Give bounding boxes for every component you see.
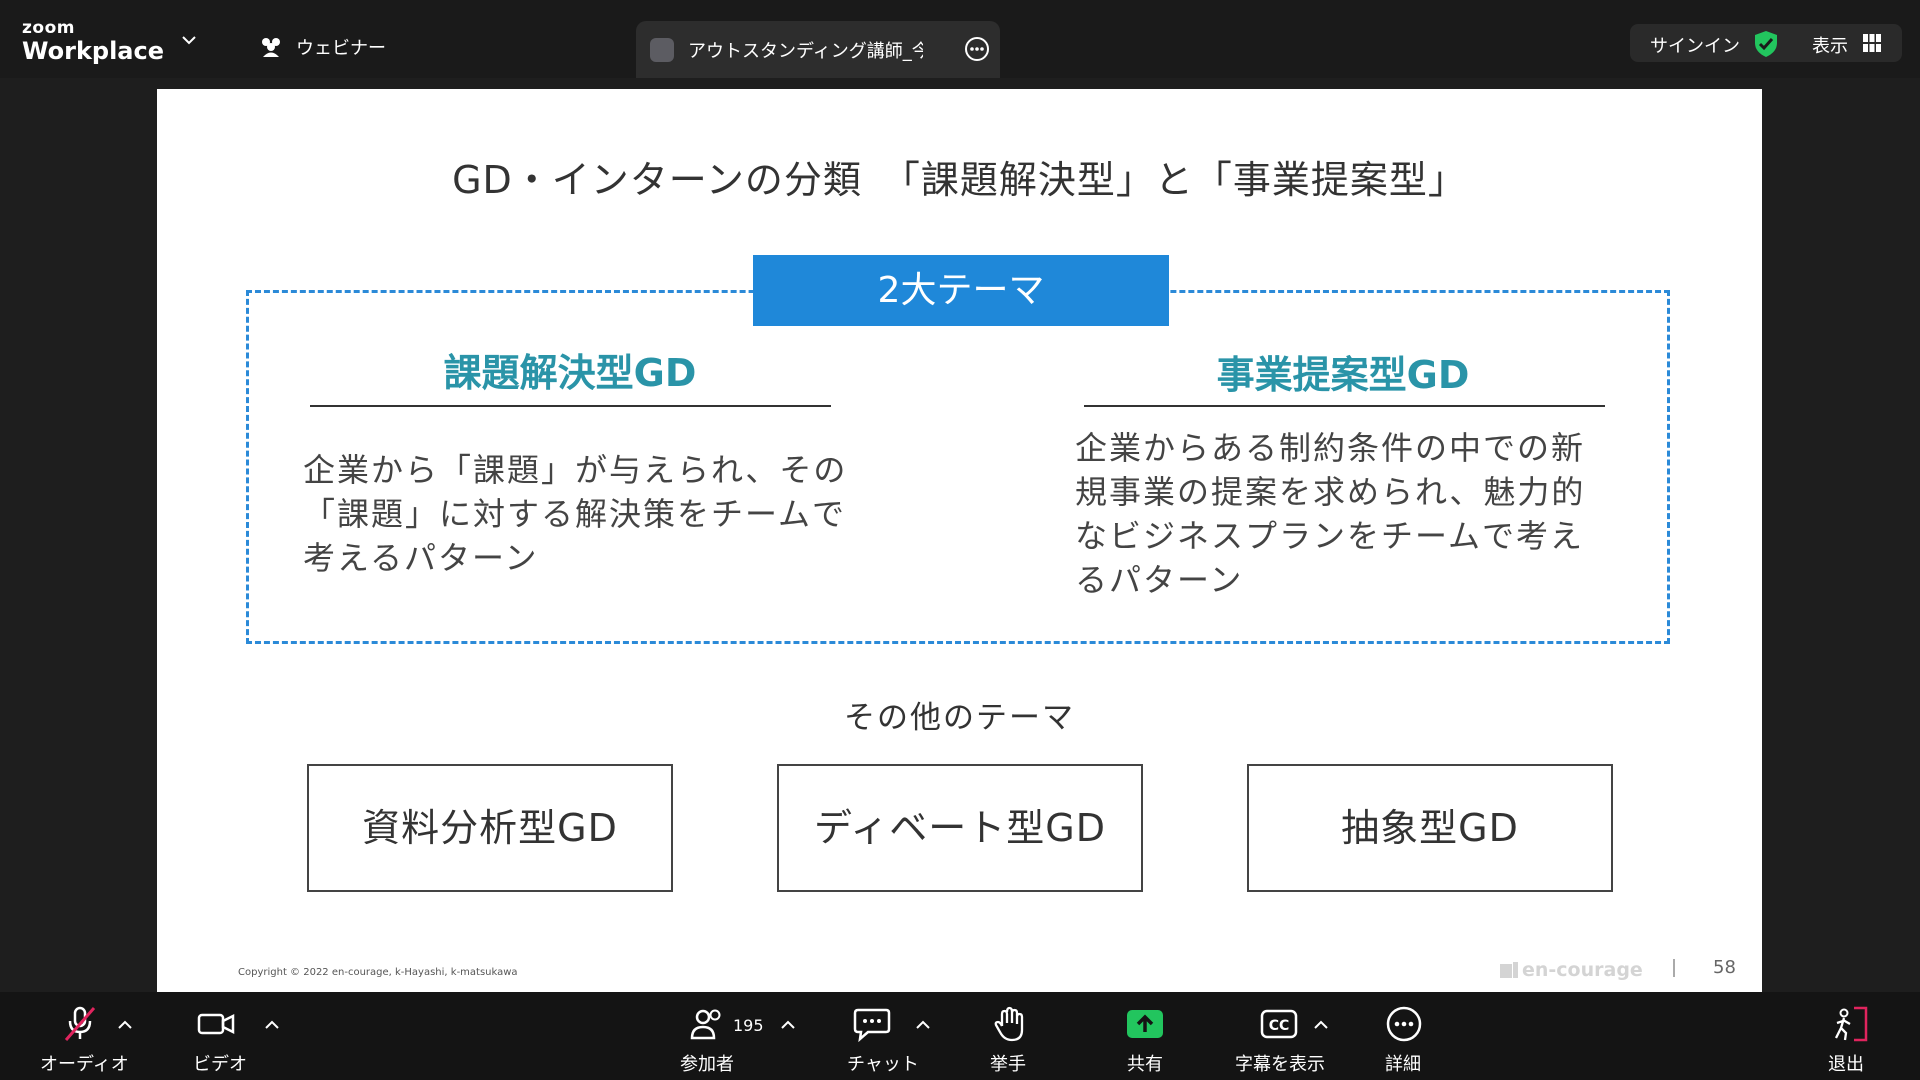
webinar-menu[interactable]: ウェビナー: [258, 34, 386, 60]
brand-logo: en-courage: [1500, 959, 1643, 981]
audio-label: オーディオ: [40, 1054, 129, 1075]
video-options-caret-icon[interactable]: [265, 1020, 279, 1029]
other-themes-label: その他のテーマ: [844, 700, 1075, 736]
share-button[interactable]: 共有: [1110, 992, 1180, 1080]
audio-options-caret-icon[interactable]: [118, 1020, 132, 1029]
right-divider: [1084, 405, 1605, 407]
theme-banner: 2大テーマ: [753, 255, 1169, 326]
other-theme-box: ディベート型GD: [777, 764, 1143, 892]
top-bar: zoom Workplace ウェビナー アウトスタンディング講師_今尾 さんの…: [0, 0, 1920, 78]
brand-icon: [1500, 962, 1518, 978]
video-camera-icon: [197, 1013, 235, 1035]
shared-slide: GD・インターンの分類 「課題解決型」と「事業提案型」 2大テーマ 課題解決型G…: [157, 89, 1762, 992]
svg-text:CC: CC: [1269, 1018, 1290, 1034]
zoom-workplace-logo: zoom Workplace: [22, 18, 165, 65]
left-theme-title: 課題解決型GD: [443, 351, 697, 395]
participants-label: 参加者: [680, 1054, 734, 1075]
slide-title: GD・インターンの分類 「課題解決型」と「事業提案型」: [452, 158, 1467, 202]
share-screen-icon: [1127, 1010, 1163, 1038]
tab-thumbnail-icon: [650, 38, 674, 62]
audio-button[interactable]: オーディオ: [30, 992, 130, 1080]
leave-door-icon: [1834, 1006, 1868, 1042]
participants-count: 195: [733, 1016, 764, 1035]
grid-view-icon[interactable]: [1862, 33, 1882, 53]
other-theme-box: 抽象型GD: [1247, 764, 1613, 892]
more-button[interactable]: 詳細: [1380, 992, 1450, 1080]
view-button[interactable]: 表示: [1812, 32, 1848, 58]
copyright-text: Copyright © 2022 en-courage, k-Hayashi, …: [238, 967, 518, 978]
page-number: 58: [1713, 957, 1736, 978]
video-label: ビデオ: [193, 1054, 247, 1075]
left-divider: [310, 405, 831, 407]
closed-captions-icon: CC: [1260, 1009, 1298, 1039]
right-theme-body: 企業からある制約条件の中での新規事業の提案を求められ、魅力的なビジネスプランをチ…: [1075, 429, 1586, 599]
raise-hand-label: 挙手: [990, 1054, 1026, 1075]
more-options-circle-icon: [1386, 1006, 1422, 1042]
participants-icon: [690, 1009, 721, 1040]
top-right-controls: サインイン 表示: [1630, 24, 1902, 62]
participants-options-caret-icon[interactable]: [781, 1020, 795, 1029]
share-label: 共有: [1127, 1054, 1163, 1075]
signin-button[interactable]: サインイン: [1650, 32, 1740, 58]
video-button[interactable]: ビデオ: [190, 992, 250, 1080]
captions-options-caret-icon[interactable]: [1314, 1020, 1328, 1029]
chat-button[interactable]: チャット: [840, 992, 920, 1080]
raise-hand-icon: [994, 1006, 1024, 1042]
webinar-people-icon: [262, 38, 280, 57]
footer-separator: [1673, 959, 1675, 977]
participants-button[interactable]: 195 参加者: [676, 992, 786, 1080]
leave-button[interactable]: 退出: [1820, 992, 1880, 1080]
chat-bubble-icon: [853, 1008, 891, 1042]
more-label: 詳細: [1385, 1054, 1421, 1075]
captions-label: 字幕を表示: [1235, 1054, 1325, 1075]
meeting-tab[interactable]: アウトスタンディング講師_今尾 さんの: [636, 21, 1000, 78]
meeting-toolbar: オーディオ ビデオ 195 参加者 チャット 挙手 共有 CC 字幕を表示 詳細…: [0, 992, 1920, 1080]
other-theme-box: 資料分析型GD: [307, 764, 673, 892]
microphone-muted-icon: [64, 1006, 96, 1041]
logo-zoom-text: zoom: [22, 18, 75, 38]
more-options-icon[interactable]: [964, 36, 990, 62]
left-theme-body: 企業から「課題」が与えられ、その「課題」に対する解決策をチームで考えるパターン: [303, 451, 848, 577]
right-theme-title: 事業提案型GD: [1216, 353, 1470, 397]
captions-button[interactable]: CC 字幕を表示: [1235, 992, 1335, 1080]
leave-label: 退出: [1828, 1054, 1864, 1075]
tab-title: アウトスタンディング講師_今尾 さんの: [688, 41, 923, 62]
chat-options-caret-icon[interactable]: [916, 1020, 930, 1029]
logo-workplace-text: Workplace: [22, 37, 165, 65]
chevron-down-icon[interactable]: [182, 36, 196, 45]
raise-hand-button[interactable]: 挙手: [980, 992, 1040, 1080]
security-shield-icon[interactable]: [1753, 30, 1779, 58]
brand-text: en-courage: [1522, 959, 1643, 981]
chat-label: チャット: [847, 1054, 919, 1075]
webinar-label: ウェビナー: [296, 38, 386, 59]
